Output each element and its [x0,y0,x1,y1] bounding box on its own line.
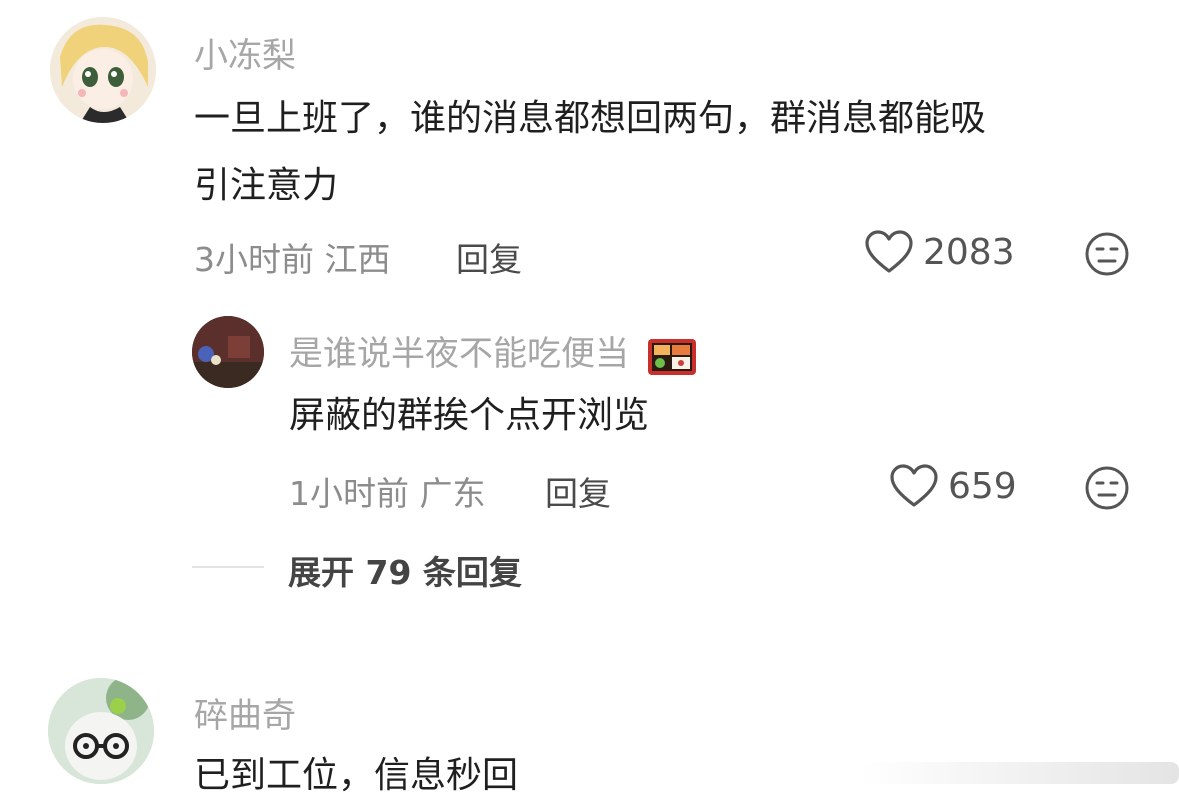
expand-replies-button[interactable]: 展开 79 条回复 [288,546,522,594]
like-count: 2083 [923,231,1015,273]
comment-username[interactable]: 碎曲奇 [194,688,296,737]
comment-text-line: 已到工位，信息秒回 [194,755,519,796]
comment-time: 3小时前 [194,240,314,279]
avatar[interactable] [50,17,156,123]
expand-divider [192,566,264,568]
avatar[interactable] [48,678,154,784]
reply-meta: 1小时前 广东 [289,467,486,515]
reply-avatar[interactable] [192,316,264,388]
neutral-face-icon [1085,232,1129,276]
comment-meta: 3小时前 江西 [194,233,391,281]
reply-time: 1小时前 [289,474,409,513]
comment-text-line: 引注意力 [194,165,339,206]
heart-icon [865,230,913,273]
dislike-face-button[interactable] [1084,231,1130,281]
reply-button[interactable]: 回复 [456,233,522,281]
neutral-face-icon [1085,466,1129,510]
comment-username[interactable]: 小冻梨 [194,28,296,77]
comment-location: 江西 [324,240,391,279]
heart-icon [890,464,938,507]
like-button[interactable]: 659 [890,464,1017,508]
reply-location: 广东 [419,474,486,513]
bento-icon [647,338,696,375]
reply-button[interactable]: 回复 [545,467,611,515]
reply-username[interactable]: 是谁说半夜不能吃便当 [289,326,698,379]
reply-text: 屏蔽的群挨个点开浏览 [289,395,650,436]
dislike-face-button[interactable] [1084,465,1130,515]
like-button[interactable]: 2083 [865,230,1015,274]
input-bar-edge [860,762,1179,784]
like-count: 659 [948,465,1017,507]
comment-text-line: 一旦上班了，谁的消息都想回两句，群消息都能吸 [194,98,987,139]
